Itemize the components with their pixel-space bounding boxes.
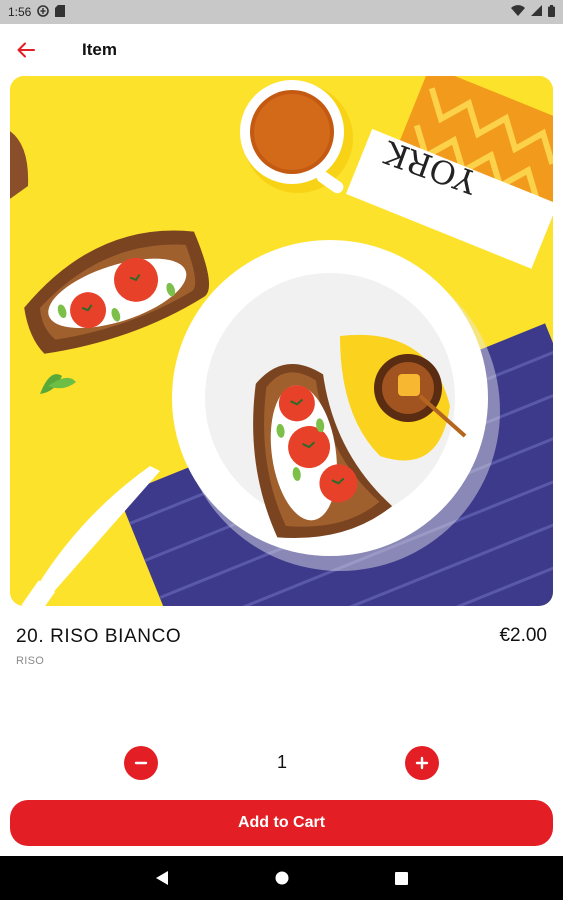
circle-home-icon: [275, 871, 289, 885]
plus-icon: [415, 756, 429, 770]
square-recents-icon: [394, 871, 408, 885]
status-bar: 1:56: [0, 0, 563, 24]
app-notification-icon: [37, 4, 50, 20]
item-image: YORK: [10, 76, 553, 606]
triangle-back-icon: [156, 871, 168, 885]
sd-card-icon: [55, 4, 66, 20]
minus-icon: [134, 761, 148, 765]
decrease-quantity-button[interactable]: [124, 746, 158, 780]
nav-back-button[interactable]: [140, 856, 184, 900]
quantity-value: 1: [276, 752, 287, 772]
item-price: €2.00: [499, 625, 547, 646]
wifi-icon: [511, 5, 525, 19]
add-to-cart-button[interactable]: Add to Cart: [10, 800, 553, 846]
back-arrow-icon: [17, 42, 35, 58]
back-button[interactable]: [0, 24, 52, 76]
page-title: Item: [82, 40, 117, 59]
increase-quantity-button[interactable]: [405, 746, 439, 780]
item-category: RISO: [16, 655, 45, 667]
status-time: 1:56: [8, 5, 32, 19]
nav-recents-button[interactable]: [379, 856, 423, 900]
system-nav-bar: [0, 856, 563, 900]
item-name: 20. RISO BIANCO: [16, 626, 182, 647]
cellular-signal-icon: [531, 5, 542, 19]
app-bar: Item: [0, 24, 563, 76]
nav-home-button[interactable]: [260, 856, 304, 900]
battery-icon: [548, 4, 555, 20]
